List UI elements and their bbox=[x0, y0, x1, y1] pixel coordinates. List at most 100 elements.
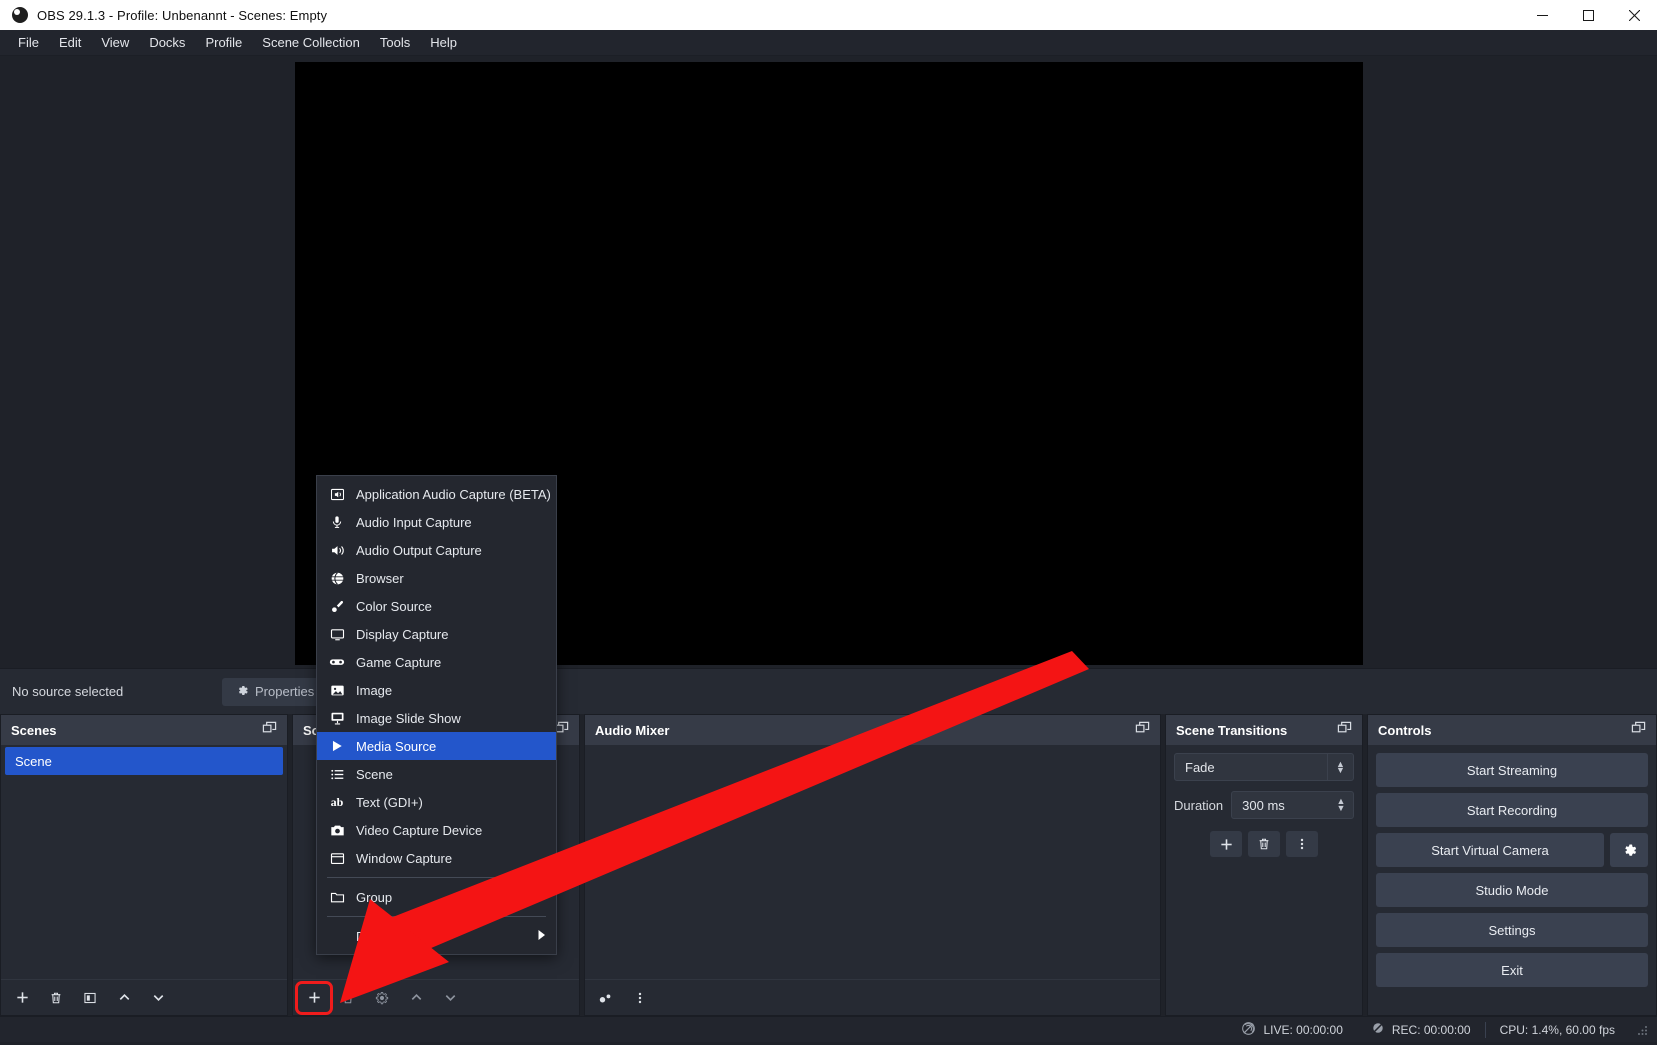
preview-area[interactable] bbox=[0, 56, 1657, 668]
controls-dock-title-label: Controls bbox=[1378, 722, 1432, 738]
undock-icon[interactable] bbox=[1337, 721, 1352, 739]
context-menu-item-browser[interactable]: Browser bbox=[317, 564, 556, 592]
move-source-down-button[interactable] bbox=[435, 985, 465, 1011]
remove-transition-button[interactable] bbox=[1248, 831, 1280, 857]
add-transition-button[interactable] bbox=[1210, 831, 1242, 857]
brush-icon bbox=[329, 598, 345, 614]
transition-select[interactable]: Fade ▲ ▼ bbox=[1174, 753, 1354, 781]
menu-view[interactable]: View bbox=[91, 31, 139, 54]
globe-icon bbox=[329, 570, 345, 586]
context-menu-item-audio-output-capture[interactable]: Audio Output Capture bbox=[317, 536, 556, 564]
context-menu-separator bbox=[327, 916, 546, 917]
spinner-arrows-icon[interactable]: ▲ ▼ bbox=[1329, 792, 1353, 818]
audio-settings-icon[interactable] bbox=[591, 985, 621, 1011]
context-menu-item-label: Browser bbox=[356, 570, 404, 586]
scene-filters-button[interactable] bbox=[75, 985, 105, 1011]
move-scene-down-button[interactable] bbox=[143, 985, 173, 1011]
scene-list-item[interactable]: Scene bbox=[5, 747, 283, 775]
scene-transitions-dock-title: Scene Transitions bbox=[1166, 715, 1362, 745]
context-menu-item-display-capture[interactable]: Display Capture bbox=[317, 620, 556, 648]
audio-mixer-channels[interactable] bbox=[585, 745, 1160, 979]
context-menu-item-application-audio-capture[interactable]: Application Audio Capture (BETA) bbox=[317, 480, 556, 508]
virtual-camera-row: Start Virtual Camera bbox=[1376, 833, 1648, 867]
close-button[interactable] bbox=[1611, 0, 1657, 30]
menu-profile[interactable]: Profile bbox=[195, 31, 252, 54]
start-recording-button[interactable]: Start Recording bbox=[1376, 793, 1648, 827]
undock-icon[interactable] bbox=[1135, 721, 1150, 739]
text-ab-icon: ab bbox=[330, 794, 344, 809]
context-menu-item-label: Image bbox=[356, 682, 393, 698]
menu-edit[interactable]: Edit bbox=[49, 31, 91, 54]
context-menu-item-text-gdi[interactable]: ab Text (GDI+) bbox=[317, 788, 556, 816]
context-menu-item-video-capture-device[interactable]: Video Capture Device bbox=[317, 816, 556, 844]
broadcast-off-icon bbox=[1241, 1021, 1256, 1039]
chevron-right-icon bbox=[537, 929, 546, 944]
audio-mixer-menu-button[interactable] bbox=[625, 985, 655, 1011]
gear-icon bbox=[236, 684, 249, 700]
menu-bar: File Edit View Docks Profile Scene Colle… bbox=[0, 30, 1657, 56]
maximize-button[interactable] bbox=[1565, 0, 1611, 30]
audio-mixer-toolbar bbox=[585, 979, 1160, 1015]
studio-mode-button[interactable]: Studio Mode bbox=[1376, 873, 1648, 907]
move-scene-up-button[interactable] bbox=[109, 985, 139, 1011]
minimize-button[interactable] bbox=[1519, 0, 1565, 30]
start-streaming-button[interactable]: Start Streaming bbox=[1376, 753, 1648, 787]
status-bar: LIVE: 00:00:00 REC: 00:00:00 CPU: 1.4%, … bbox=[0, 1016, 1657, 1042]
context-menu-item-window-capture[interactable]: Window Capture bbox=[317, 844, 556, 872]
resize-grip-icon[interactable] bbox=[1635, 1023, 1649, 1037]
duration-input[interactable]: 300 ms ▲ ▼ bbox=[1231, 791, 1354, 819]
window-buttons bbox=[1519, 0, 1657, 30]
transition-buttons bbox=[1174, 831, 1354, 857]
context-menu-item-label: Application Audio Capture (BETA) bbox=[356, 486, 551, 502]
menu-help[interactable]: Help bbox=[420, 31, 467, 54]
chevron-updown-icon[interactable]: ▲ ▼ bbox=[1327, 754, 1353, 780]
no-source-label: No source selected bbox=[12, 684, 124, 699]
list-icon bbox=[329, 766, 345, 782]
properties-button[interactable]: Properties bbox=[222, 677, 329, 706]
context-menu-item-image-slide-show[interactable]: Image Slide Show bbox=[317, 704, 556, 732]
move-source-up-button[interactable] bbox=[401, 985, 431, 1011]
menu-tools[interactable]: Tools bbox=[370, 31, 420, 54]
context-menu-item-label: Audio Output Capture bbox=[356, 542, 482, 558]
scene-transitions-dock: Scene Transitions Fade ▲ ▼ Duration 300 m… bbox=[1165, 714, 1363, 1016]
transition-properties-button[interactable] bbox=[1286, 831, 1318, 857]
audio-mixer-dock-title: Audio Mixer bbox=[585, 715, 1160, 745]
context-menu-item-label: Text (GDI+) bbox=[356, 794, 423, 810]
add-source-button[interactable] bbox=[295, 980, 333, 1015]
context-menu-item-group[interactable]: Group bbox=[317, 883, 556, 911]
picture-icon bbox=[329, 682, 345, 698]
context-menu-item-label: Image Slide Show bbox=[356, 710, 461, 726]
context-menu-item-game-capture[interactable]: Game Capture bbox=[317, 648, 556, 676]
scenes-list[interactable]: Scene bbox=[1, 745, 287, 979]
obs-main-window: OBS 29.1.3 - Profile: Unbenannt - Scenes… bbox=[0, 0, 1657, 1045]
context-menu-item-audio-input-capture[interactable]: Audio Input Capture bbox=[317, 508, 556, 536]
scenes-dock-title-label: Scenes bbox=[11, 722, 57, 738]
start-virtual-camera-button[interactable]: Start Virtual Camera bbox=[1376, 833, 1604, 867]
gamepad-icon bbox=[329, 654, 345, 670]
undock-icon[interactable] bbox=[1631, 721, 1646, 739]
gear-icon[interactable] bbox=[1610, 833, 1648, 867]
remove-source-button[interactable] bbox=[333, 985, 363, 1011]
exit-button[interactable]: Exit bbox=[1376, 953, 1648, 987]
menu-docks[interactable]: Docks bbox=[139, 31, 195, 54]
context-menu-item-scene[interactable]: Scene bbox=[317, 760, 556, 788]
context-menu-item-deprecated[interactable]: Deprecated bbox=[317, 922, 556, 950]
sources-dock-toolbar bbox=[293, 979, 579, 1015]
add-source-context-menu[interactable]: Application Audio Capture (BETA) Audio I… bbox=[316, 475, 557, 955]
context-menu-item-label: Scene bbox=[356, 766, 393, 782]
source-properties-button[interactable] bbox=[367, 985, 397, 1011]
context-menu-item-label: Color Source bbox=[356, 598, 432, 614]
obs-logo-icon bbox=[12, 7, 28, 23]
menu-scene-collection[interactable]: Scene Collection bbox=[252, 31, 370, 54]
context-menu-item-image[interactable]: Image bbox=[317, 676, 556, 704]
live-status-group: LIVE: 00:00:00 bbox=[1227, 1021, 1356, 1039]
context-menu-item-media-source[interactable]: Media Source bbox=[317, 732, 556, 760]
remove-scene-button[interactable] bbox=[41, 985, 71, 1011]
settings-button[interactable]: Settings bbox=[1376, 913, 1648, 947]
add-scene-button[interactable] bbox=[7, 985, 37, 1011]
context-menu-item-color-source[interactable]: Color Source bbox=[317, 592, 556, 620]
title-bar: OBS 29.1.3 - Profile: Unbenannt - Scenes… bbox=[0, 0, 1657, 30]
undock-icon[interactable] bbox=[262, 721, 277, 739]
menu-file[interactable]: File bbox=[8, 31, 49, 54]
empty-icon bbox=[329, 928, 345, 944]
